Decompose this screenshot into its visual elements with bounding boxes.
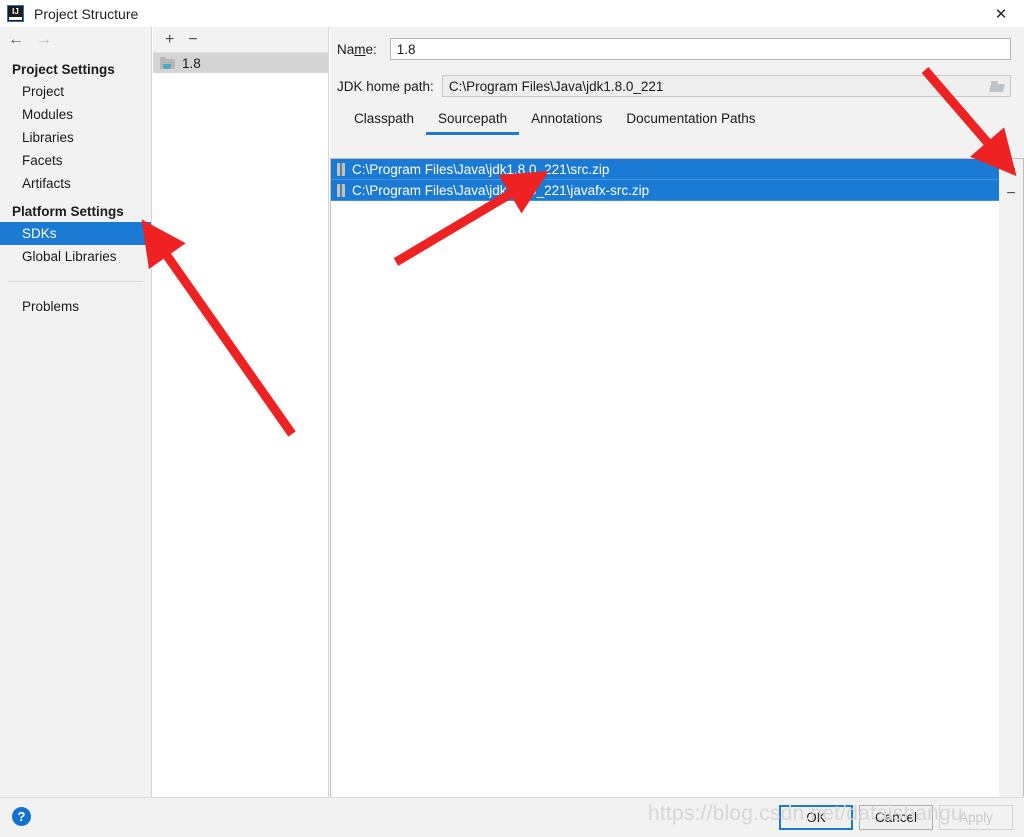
sdk-list-panel: + − 1.8	[153, 27, 329, 798]
list-item[interactable]: C:\Program Files\Java\jdk1.8.0_221\src.z…	[331, 159, 999, 180]
sidebar-group-platform-settings: Platform Settings	[12, 204, 124, 219]
sdk-tabs: Classpath Sourcepath Annotations Documen…	[342, 111, 1024, 135]
sourcepath-toolbar: + −	[999, 158, 1024, 798]
sidebar-group-project-settings: Project Settings	[12, 62, 115, 77]
remove-sdk-button[interactable]: −	[188, 31, 197, 47]
navigation-arrows: ← →	[0, 27, 151, 53]
sourcepath-entry-label: C:\Program Files\Java\jdk1.8.0_221\src.z…	[352, 161, 610, 177]
window-titlebar: Project Structure ✕	[0, 0, 1024, 28]
folder-browse-icon[interactable]	[989, 81, 1005, 92]
name-field-row: Name: 1.8	[337, 38, 1011, 60]
add-sourcepath-button[interactable]: +	[1006, 162, 1015, 178]
dialog-buttons: OK Cancel Apply	[779, 805, 1013, 830]
sourcepath-list-container: C:\Program Files\Java\jdk1.8.0_221\src.z…	[330, 158, 1024, 798]
jdk-folder-icon	[160, 56, 176, 70]
sidebar-item-facets[interactable]: Facets	[0, 149, 151, 172]
sdk-detail-panel: Name: 1.8 JDK home path: C:\Program File…	[330, 27, 1024, 798]
zip-file-icon	[337, 162, 345, 176]
help-icon[interactable]: ?	[12, 807, 31, 826]
jdk-home-path-input[interactable]: C:\Program Files\Java\jdk1.8.0_221	[441, 75, 1011, 97]
sidebar-item-sdks[interactable]: SDKs	[0, 222, 151, 245]
tab-annotations[interactable]: Annotations	[519, 111, 614, 135]
list-item[interactable]: C:\Program Files\Java\jdk1.8.0_221\javaf…	[331, 180, 999, 201]
apply-button: Apply	[939, 805, 1013, 830]
tab-documentation-paths[interactable]: Documentation Paths	[614, 111, 767, 135]
settings-sidebar: ← → Project Settings Project Modules Lib…	[0, 27, 152, 798]
sidebar-item-project[interactable]: Project	[0, 80, 151, 103]
sidebar-item-global-libraries[interactable]: Global Libraries	[0, 245, 151, 268]
sidebar-item-problems[interactable]: Problems	[0, 295, 151, 318]
tab-sourcepath[interactable]: Sourcepath	[426, 111, 520, 135]
dialog-footer: ? OK Cancel Apply	[0, 797, 1024, 837]
zip-file-icon	[337, 183, 345, 197]
ok-button[interactable]: OK	[779, 805, 853, 830]
back-arrow-icon[interactable]: ←	[8, 32, 24, 48]
sidebar-item-libraries[interactable]: Libraries	[0, 126, 151, 149]
jdk-home-path-value: C:\Program Files\Java\jdk1.8.0_221	[448, 78, 664, 94]
cancel-button[interactable]: Cancel	[859, 805, 933, 830]
sourcepath-entry-label: C:\Program Files\Java\jdk1.8.0_221\javaf…	[352, 182, 650, 198]
list-item[interactable]: 1.8	[153, 53, 328, 73]
sidebar-item-artifacts[interactable]: Artifacts	[0, 172, 151, 195]
add-sdk-button[interactable]: +	[165, 31, 174, 47]
name-label: Name:	[337, 41, 377, 57]
sdk-list-toolbar: + −	[153, 27, 328, 53]
sidebar-item-modules[interactable]: Modules	[0, 103, 151, 126]
jdk-home-path-label: JDK home path:	[337, 78, 434, 94]
remove-sourcepath-button[interactable]: −	[1006, 186, 1015, 202]
name-input[interactable]: 1.8	[389, 38, 1011, 60]
close-icon[interactable]: ✕	[978, 0, 1024, 27]
sidebar-divider	[8, 281, 143, 282]
window-title: Project Structure	[34, 5, 139, 22]
sourcepath-list[interactable]: C:\Program Files\Java\jdk1.8.0_221\src.z…	[330, 158, 999, 798]
tab-classpath[interactable]: Classpath	[342, 111, 426, 135]
sdk-item-label: 1.8	[182, 55, 201, 71]
intellij-idea-icon	[7, 5, 24, 22]
jdk-home-path-row: JDK home path: C:\Program Files\Java\jdk…	[337, 75, 1011, 97]
forward-arrow-icon[interactable]: →	[36, 32, 52, 48]
